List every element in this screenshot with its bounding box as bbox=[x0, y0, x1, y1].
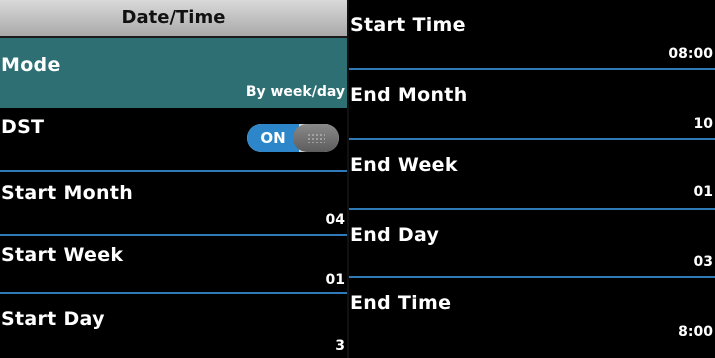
menu-item-value: 04 bbox=[325, 212, 345, 228]
menu-item-value: 08:00 bbox=[668, 46, 713, 62]
menu-item-start-time[interactable]: Start Time 08:00 bbox=[349, 0, 715, 68]
toggle-knob[interactable] bbox=[293, 124, 339, 152]
menu-item-end-week[interactable]: End Week 01 bbox=[349, 140, 715, 208]
menu-item-value: By week/day bbox=[245, 84, 345, 100]
menu-item-value: 3 bbox=[335, 338, 345, 354]
menu-item-end-day[interactable]: End Day 03 bbox=[349, 210, 715, 276]
menu-item-label: Start Time bbox=[350, 14, 466, 36]
menu-item-label: Mode bbox=[1, 54, 61, 76]
menu-item-label: End Week bbox=[350, 154, 458, 176]
menu-item-value: 10 bbox=[693, 116, 713, 132]
menu-item-end-month[interactable]: End Month 10 bbox=[349, 70, 715, 138]
menu-item-dst[interactable]: DST ON bbox=[0, 108, 347, 170]
menu-item-label: End Month bbox=[350, 84, 468, 106]
menu-item-end-time[interactable]: End Time 8:00 bbox=[349, 278, 715, 358]
menu-item-label: DST bbox=[1, 116, 45, 138]
menu-item-value: 8:00 bbox=[678, 324, 713, 340]
left-panel: Date/Time Mode By week/day DST ON Start … bbox=[0, 0, 347, 358]
menu-item-mode[interactable]: Mode By week/day bbox=[0, 38, 347, 108]
menu-item-value: 01 bbox=[325, 272, 345, 288]
menu-item-value: 01 bbox=[693, 184, 713, 200]
dst-toggle[interactable]: ON bbox=[247, 124, 339, 152]
right-panel: Start Time 08:00 End Month 10 End Week 0… bbox=[349, 0, 715, 358]
menu-item-label: End Day bbox=[350, 224, 440, 246]
grip-icon bbox=[307, 133, 325, 143]
menu-item-label: Start Month bbox=[1, 182, 134, 204]
menu-item-label: End Time bbox=[350, 292, 452, 314]
toggle-on-label: ON bbox=[247, 124, 299, 152]
menu-item-value: 03 bbox=[693, 254, 713, 270]
menu-item-start-month[interactable]: Start Month 04 bbox=[0, 172, 347, 234]
menu-item-label: Start Day bbox=[1, 308, 105, 330]
menu-item-label: Start Week bbox=[1, 244, 124, 266]
menu-item-start-week[interactable]: Start Week 01 bbox=[0, 236, 347, 292]
page-title: Date/Time bbox=[0, 0, 347, 38]
menu-item-start-day[interactable]: Start Day 3 bbox=[0, 294, 347, 358]
